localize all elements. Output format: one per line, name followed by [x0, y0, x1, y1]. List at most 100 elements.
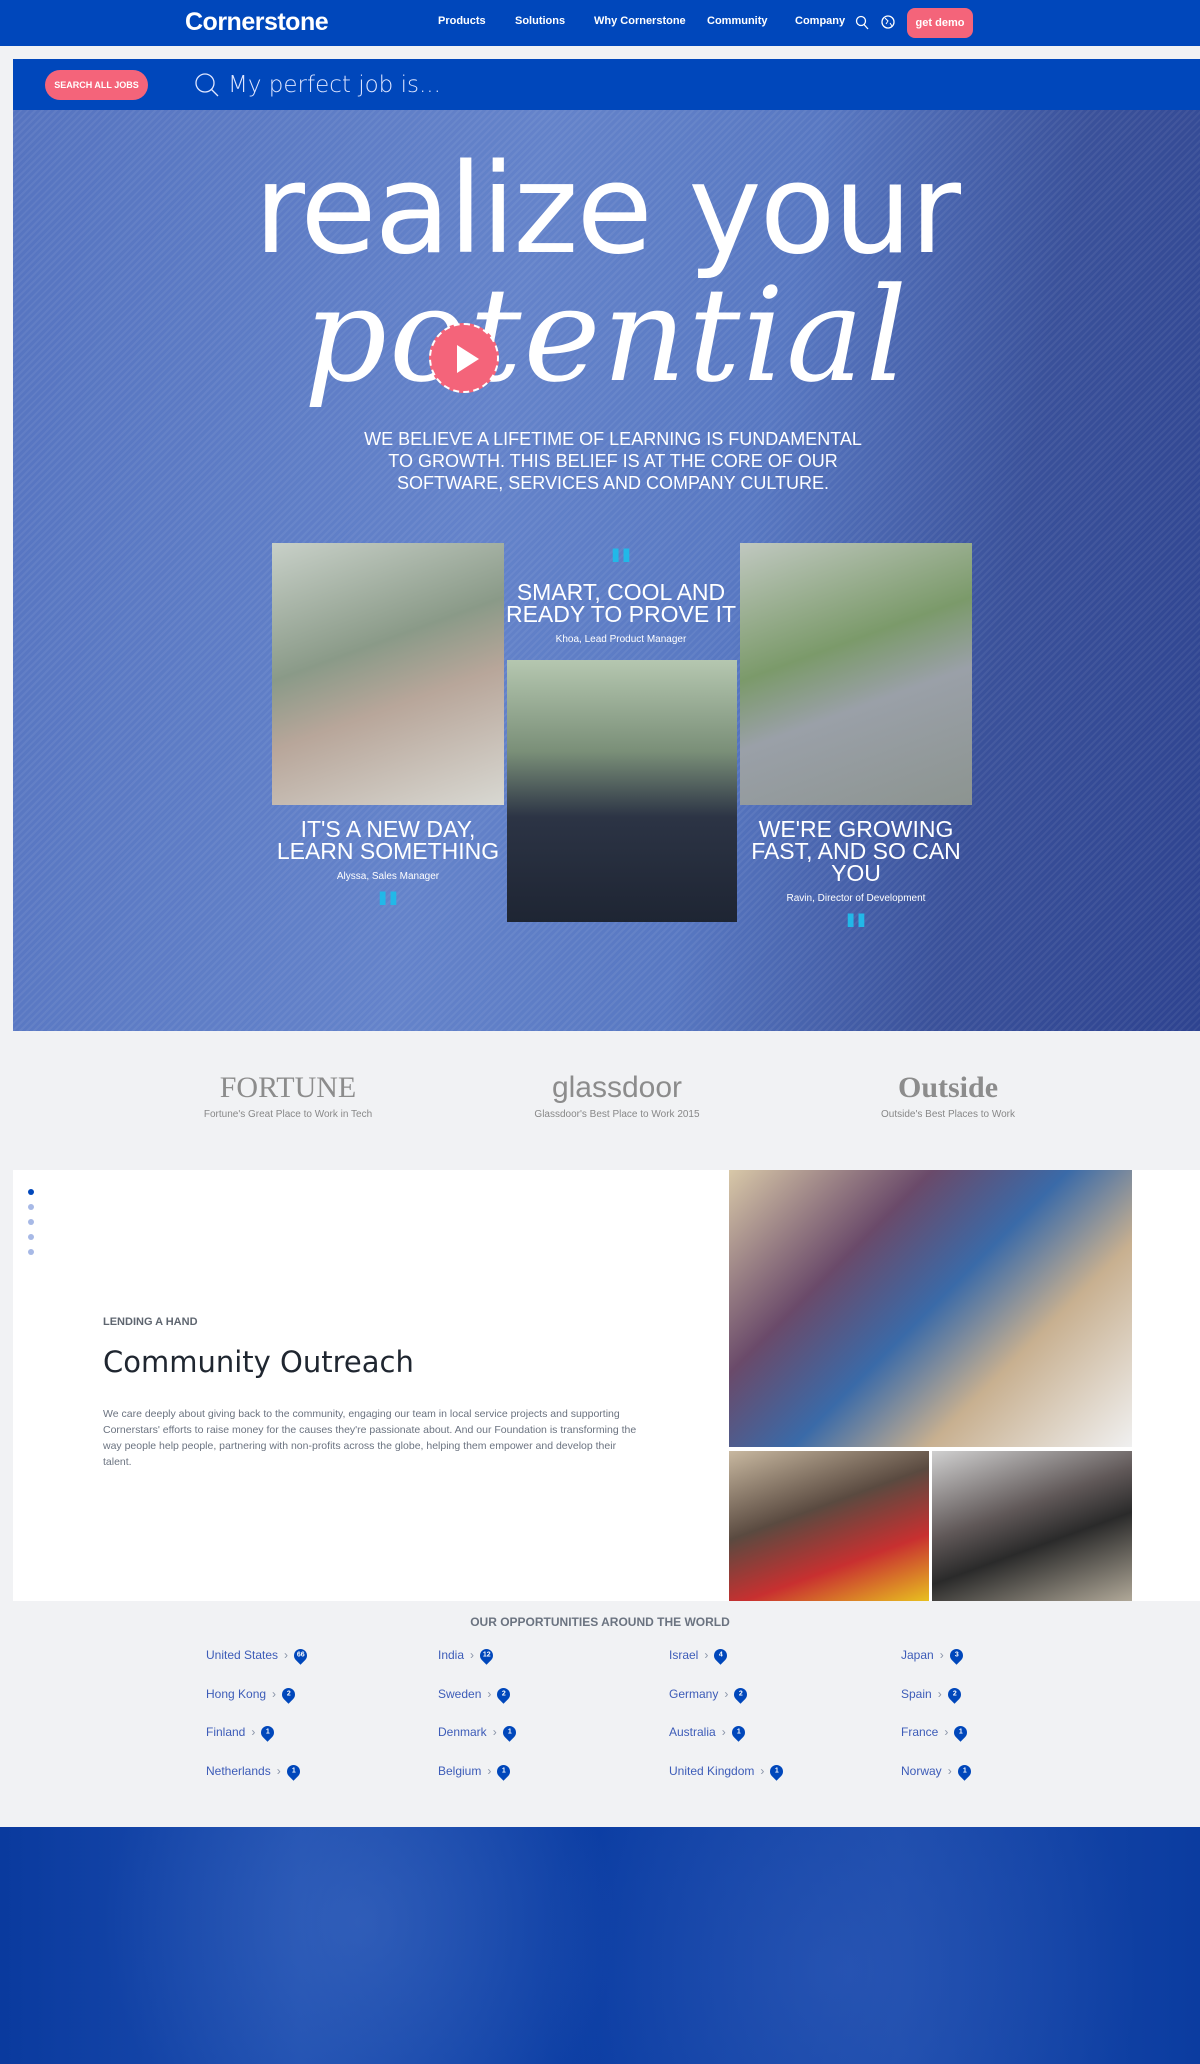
- hero-subtitle: WE BELIEVE A LIFETIME OF LEARNING IS FUN…: [364, 429, 862, 493]
- hero-headline-line2: potential: [303, 259, 910, 411]
- chevron-right-icon: ›: [251, 1725, 256, 1739]
- chevron-right-icon: ›: [947, 1764, 952, 1778]
- hero-headline-line1: realize your: [253, 138, 961, 282]
- job-search-input[interactable]: [228, 69, 728, 101]
- testimonial-title: IT'S A NEW DAY, LEARN SOMETHING: [276, 816, 500, 864]
- country-name: Germany: [669, 1687, 719, 1701]
- map-pin-icon: 66: [291, 1645, 310, 1665]
- country-link[interactable]: Japan › 3: [901, 1645, 966, 1665]
- cornerstone-logo[interactable]: Cornerstone: [185, 8, 329, 37]
- country-link[interactable]: Norway › 1: [901, 1761, 974, 1781]
- testimonial-card-ravin: WE'RE GROWING FAST, AND SO CAN YOU Ravin…: [740, 818, 972, 958]
- nav-company[interactable]: Company: [795, 15, 845, 27]
- community-photo-small-2: [932, 1451, 1132, 1601]
- chevron-right-icon: ›: [937, 1687, 942, 1701]
- job-count: 1: [736, 1728, 741, 1736]
- job-count: 1: [265, 1728, 270, 1736]
- map-pin-icon: 3: [947, 1645, 966, 1665]
- search-all-jobs-button[interactable]: SEARCH ALL JOBS: [45, 70, 148, 100]
- country-link[interactable]: Finland › 1: [206, 1722, 278, 1742]
- chevron-right-icon: ›: [760, 1764, 765, 1778]
- map-pin-icon: 1: [499, 1722, 519, 1742]
- country-link[interactable]: India › 12: [438, 1645, 496, 1665]
- job-count: 12: [482, 1651, 491, 1659]
- slide-dot[interactable]: [28, 1204, 34, 1210]
- play-video-button[interactable]: [429, 323, 499, 393]
- chevron-right-icon: ›: [272, 1687, 277, 1701]
- country-name: Hong Kong: [206, 1687, 267, 1701]
- country-name: Japan: [901, 1648, 934, 1662]
- get-demo-button[interactable]: get demo: [907, 8, 973, 38]
- country-link[interactable]: Israel › 4: [669, 1645, 731, 1665]
- country-link[interactable]: Belgium › 1: [438, 1761, 514, 1781]
- country-link[interactable]: Sweden › 2: [438, 1684, 514, 1704]
- alyssa-photo: [272, 543, 504, 805]
- map-pin-icon: 2: [945, 1684, 964, 1704]
- outside-logo: Outside: [897, 1071, 999, 1104]
- award-fortune: FORTUNE Fortune's Great Place to Work in…: [138, 1071, 438, 1120]
- testimonial-card-khoa: " SMART, COOL AND READY TO PROVE IT Khoa…: [505, 543, 737, 660]
- world-opportunities-section: OUR OPPORTUNITIES AROUND THE WORLD Unite…: [0, 1601, 1200, 1827]
- nav-why-cornerstone[interactable]: Why Cornerstone: [594, 15, 686, 27]
- slide-dot[interactable]: [28, 1249, 34, 1255]
- country-link[interactable]: Australia › 1: [669, 1722, 748, 1742]
- map-pin-icon: 1: [728, 1722, 748, 1742]
- job-count: 1: [958, 1728, 963, 1736]
- country-link[interactable]: Denmark › 1: [438, 1722, 519, 1742]
- country-name: Spain: [901, 1687, 932, 1701]
- nav-community[interactable]: Community: [707, 15, 768, 27]
- map-pin-icon: 1: [767, 1761, 787, 1781]
- fortune-logo: FORTUNE: [219, 1071, 357, 1104]
- community-section: LENDING A HAND Community Outreach We car…: [13, 1170, 1200, 1601]
- job-count: 66: [296, 1651, 305, 1659]
- job-count: 2: [952, 1690, 957, 1698]
- country-name: India: [438, 1648, 465, 1662]
- map-pin-icon: 1: [258, 1722, 278, 1742]
- chevron-right-icon: ›: [276, 1764, 281, 1778]
- testimonial-author: Khoa, Lead Product Manager: [555, 634, 687, 645]
- country-name: Sweden: [438, 1687, 482, 1701]
- nav-products[interactable]: Products: [438, 15, 486, 27]
- chevron-right-icon: ›: [470, 1648, 475, 1662]
- country-link[interactable]: Spain › 2: [901, 1684, 964, 1704]
- award-caption: Outside's Best Places to Work: [881, 1109, 1015, 1120]
- globe-icon[interactable]: [881, 15, 895, 29]
- country-link[interactable]: France › 1: [901, 1722, 971, 1742]
- job-count: 1: [507, 1728, 512, 1736]
- country-name: United States: [206, 1648, 279, 1662]
- award-glassdoor: glassdoor Glassdoor's Best Place to Work…: [467, 1071, 767, 1120]
- map-pin-icon: 1: [951, 1722, 971, 1742]
- country-link[interactable]: Netherlands › 1: [206, 1761, 303, 1781]
- search-icon[interactable]: [855, 15, 869, 30]
- footer-banner-image: [0, 1827, 1200, 2064]
- section-eyebrow: LENDING A HAND: [103, 1316, 198, 1328]
- khoa-photo: [507, 660, 737, 922]
- chevron-right-icon: ›: [492, 1725, 497, 1739]
- country-link[interactable]: Hong Kong › 2: [206, 1684, 298, 1704]
- top-nav: Cornerstone Products Solutions Why Corne…: [0, 0, 1200, 46]
- job-count: 1: [962, 1767, 967, 1775]
- country-name: Belgium: [438, 1764, 482, 1778]
- slide-dot-active[interactable]: [28, 1189, 34, 1195]
- award-caption: Glassdoor's Best Place to Work 2015: [534, 1109, 700, 1120]
- chevron-right-icon: ›: [939, 1648, 944, 1662]
- country-link[interactable]: Germany › 2: [669, 1684, 751, 1704]
- country-name: United Kingdom: [669, 1764, 755, 1778]
- slide-dot[interactable]: [28, 1219, 34, 1225]
- map-pin-icon: 4: [711, 1645, 731, 1665]
- country-name: Israel: [669, 1648, 699, 1662]
- search-icon: [195, 73, 219, 97]
- award-outside: Outside Outside's Best Places to Work: [798, 1071, 1098, 1120]
- job-count: 2: [286, 1690, 291, 1698]
- map-pin-icon: 2: [731, 1684, 751, 1704]
- job-search-bar: SEARCH ALL JOBS: [13, 59, 1200, 110]
- country-name: Australia: [669, 1725, 716, 1739]
- country-link[interactable]: United Kingdom › 1: [669, 1761, 787, 1781]
- country-link[interactable]: United States › 66: [206, 1645, 310, 1665]
- testimonial-title: WE'RE GROWING FAST, AND SO CAN YOU: [751, 816, 961, 886]
- quote-icon: ": [842, 903, 870, 962]
- slide-dot[interactable]: [28, 1234, 34, 1240]
- nav-solutions[interactable]: Solutions: [515, 15, 565, 27]
- chevron-right-icon: ›: [487, 1764, 492, 1778]
- job-count: 4: [718, 1651, 723, 1659]
